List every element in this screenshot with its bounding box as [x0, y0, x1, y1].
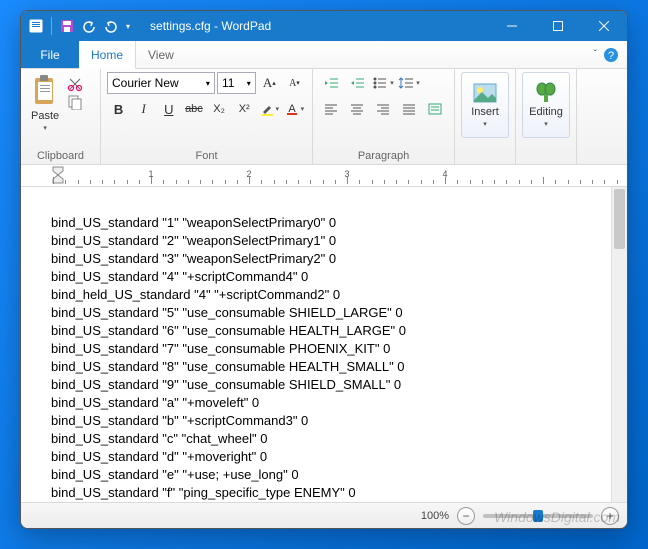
zoom-slider[interactable] [483, 514, 593, 518]
underline-button[interactable]: U [157, 98, 180, 120]
maximize-button[interactable] [535, 11, 581, 41]
editing-button[interactable]: Editing ▾ [522, 72, 570, 138]
paste-button[interactable]: Paste ▾ [27, 72, 63, 134]
paragraph-group-label: Paragraph [319, 148, 448, 162]
doc-line: bind_US_standard "b" "+scriptCommand3" 0 [51, 413, 308, 428]
quick-access-toolbar: ▾ [21, 17, 138, 35]
ribbon-tabs: File Home View ˇ ? [21, 41, 627, 69]
qat-dropdown-icon[interactable]: ▾ [126, 22, 130, 31]
doc-line: bind_US_standard "e" "+use; +use_long" 0 [51, 467, 299, 482]
doc-line: bind_US_standard "4" "+scriptCommand4" 0 [51, 269, 308, 284]
document-area: bind_US_standard "1" "weaponSelectPrimar… [21, 187, 627, 502]
vertical-scrollbar[interactable] [611, 187, 627, 502]
subscript-button[interactable]: X₂ [208, 98, 231, 120]
zoom-slider-knob[interactable] [533, 510, 543, 522]
align-left-icon[interactable] [319, 98, 343, 120]
home-tab[interactable]: Home [79, 41, 136, 69]
file-tab[interactable]: File [21, 41, 79, 68]
zoom-in-button[interactable]: + [601, 507, 619, 525]
wordpad-window: ▾ settings.cfg - WordPad File Home View … [20, 10, 628, 529]
doc-line: bind_US_standard "5" "use_consumable SHI… [51, 305, 403, 320]
window-title: settings.cfg - WordPad [150, 19, 271, 33]
insert-label: Insert [471, 106, 499, 118]
help-icon[interactable]: ? [603, 47, 619, 63]
doc-line: bind_US_standard "6" "use_consumable HEA… [51, 323, 406, 338]
close-button[interactable] [581, 11, 627, 41]
doc-line: bind_US_standard "7" "use_consumable PHO… [51, 341, 390, 356]
align-right-icon[interactable] [371, 98, 395, 120]
clipboard-group-label: Clipboard [27, 148, 94, 162]
app-icon [29, 19, 43, 33]
svg-text:?: ? [608, 50, 614, 62]
paragraph-group: Paragraph [313, 69, 455, 164]
doc-line: bind_US_standard "c" "chat_wheel" 0 [51, 431, 267, 446]
editing-label: Editing [529, 106, 563, 118]
font-group-label: Font [107, 148, 306, 162]
italic-button[interactable]: I [132, 98, 155, 120]
doc-line: bind_US_standard "f" "ping_specific_type… [51, 485, 356, 500]
collapse-ribbon-icon[interactable]: ˇ [594, 49, 597, 60]
font-name-combo[interactable]: Courier New▾ [107, 72, 215, 94]
shrink-font-icon[interactable]: A▾ [283, 72, 306, 94]
status-bar: 100% − + [21, 502, 627, 528]
doc-line: bind_US_standard "2" "weaponSelectPrimar… [51, 233, 336, 248]
increase-indent-icon[interactable] [345, 72, 369, 94]
grow-font-icon[interactable]: A▴ [258, 72, 281, 94]
clipboard-group: Paste ▾ Clipboard [21, 69, 101, 164]
doc-line: bind_US_standard "1" "weaponSelectPrimar… [51, 215, 336, 230]
bullets-icon[interactable] [371, 72, 395, 94]
strike-button[interactable]: abc [182, 98, 205, 120]
align-center-icon[interactable] [345, 98, 369, 120]
editing-group: Editing ▾ . [516, 69, 577, 164]
minimize-button[interactable] [489, 11, 535, 41]
doc-line: bind_US_standard "d" "+moveright" 0 [51, 449, 267, 464]
cut-icon[interactable] [67, 76, 83, 92]
insert-button[interactable]: Insert ▾ [461, 72, 509, 138]
line-spacing-icon[interactable] [397, 72, 421, 94]
doc-line: bind_held_US_standard "4" "+scriptComman… [51, 287, 340, 302]
font-name-value: Courier New [112, 76, 179, 90]
doc-line: bind_US_standard "a" "+moveleft" 0 [51, 395, 259, 410]
font-size-combo[interactable]: 11▾ [217, 72, 256, 94]
doc-line: bind_US_standard "3" "weaponSelectPrimar… [51, 251, 336, 266]
superscript-button[interactable]: X² [233, 98, 256, 120]
font-color-button[interactable]: A [283, 98, 306, 120]
justify-icon[interactable] [397, 98, 421, 120]
decrease-indent-icon[interactable] [319, 72, 343, 94]
zoom-level: 100% [421, 510, 449, 522]
ribbon: Paste ▾ Clipboard Courier New▾ 11▾ A▴ A▾ [21, 69, 627, 165]
document-content[interactable]: bind_US_standard "1" "weaponSelectPrimar… [21, 187, 611, 502]
title-bar: ▾ settings.cfg - WordPad [21, 11, 627, 41]
zoom-out-button[interactable]: − [457, 507, 475, 525]
font-size-value: 11 [222, 76, 234, 90]
view-tab[interactable]: View [136, 41, 187, 68]
redo-icon[interactable] [104, 19, 118, 33]
paragraph-dialog-icon[interactable] [423, 98, 447, 120]
save-icon[interactable] [60, 19, 74, 33]
copy-icon[interactable] [67, 94, 83, 110]
scrollbar-thumb[interactable] [614, 189, 625, 249]
window-controls [489, 11, 627, 41]
bold-button[interactable]: B [107, 98, 130, 120]
highlight-color-button[interactable] [258, 98, 281, 120]
ruler[interactable]: 1 2 3 4 [21, 165, 627, 187]
doc-line: bind_US_standard "9" "use_consumable SHI… [51, 377, 401, 392]
ribbon-help-area: ˇ ? [594, 41, 627, 68]
font-group: Courier New▾ 11▾ A▴ A▾ B I U abc X₂ X² A… [101, 69, 313, 164]
insert-group: Insert ▾ . [455, 69, 516, 164]
paste-label: Paste [31, 110, 59, 122]
doc-line: bind_US_standard "8" "use_consumable HEA… [51, 359, 405, 374]
undo-icon[interactable] [82, 19, 96, 33]
